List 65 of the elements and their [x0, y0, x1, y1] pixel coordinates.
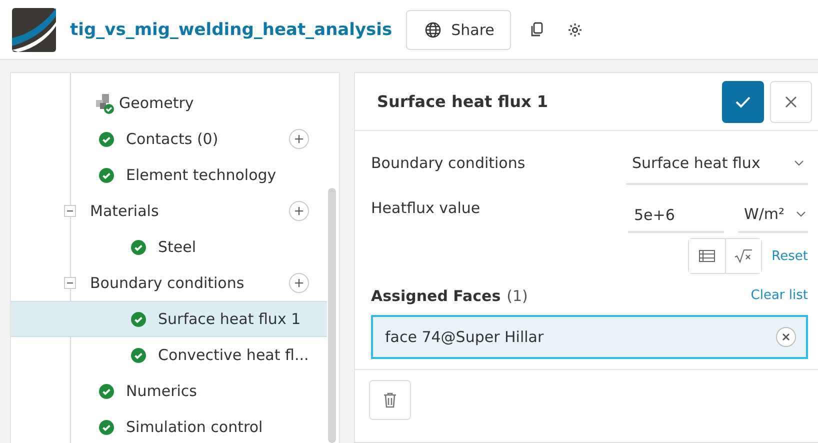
trash-icon: [383, 392, 397, 408]
close-icon: [782, 333, 790, 341]
check-circle-icon: [131, 240, 146, 254]
check-circle-icon: [99, 168, 114, 182]
tree-item-label: Element technology: [126, 166, 276, 184]
delete-button[interactable]: [369, 380, 411, 420]
heatflux-input[interactable]: 5e+6: [628, 191, 724, 233]
check-circle-icon: [99, 384, 114, 398]
collapse-icon[interactable]: [64, 205, 76, 217]
tree-item-label: Convective heat fl...: [158, 346, 309, 364]
logo: [12, 8, 56, 52]
panel-title: Surface heat flux 1: [377, 92, 549, 111]
plus-icon: [295, 207, 303, 215]
tree-item[interactable]: Contacts (0): [11, 121, 327, 157]
copy-icon: [529, 22, 546, 38]
formula-button[interactable]: [724, 239, 761, 273]
field-label: Heatflux value: [371, 198, 482, 217]
confirm-button[interactable]: [722, 80, 764, 122]
add-button[interactable]: [289, 201, 309, 221]
plus-icon: [295, 279, 303, 287]
check-circle-icon: [131, 312, 146, 326]
table-icon: [698, 250, 715, 262]
tree-item-label: Surface heat flux 1: [158, 310, 301, 328]
field-label: Boundary conditions: [371, 153, 526, 172]
assigned-face-item[interactable]: face 74@Super Hillar: [371, 315, 808, 359]
square-root-icon: [734, 249, 752, 263]
chevron-down-icon: [794, 160, 804, 166]
remove-button[interactable]: [776, 327, 796, 347]
tree-item-label: Geometry: [119, 94, 194, 112]
tree-item[interactable]: Numerics: [11, 373, 327, 409]
check-circle-icon: [99, 420, 114, 434]
reset-link[interactable]: Reset: [772, 248, 808, 264]
share-button[interactable]: Share: [406, 10, 512, 50]
tree-item-label: Materials: [90, 202, 159, 220]
tree-item[interactable]: Element technology: [11, 157, 327, 193]
tree-item-label: Boundary conditions: [90, 274, 244, 292]
add-button[interactable]: [289, 129, 309, 149]
close-icon: [785, 96, 797, 108]
tree-item[interactable]: Boundary conditions: [11, 265, 327, 301]
globe-icon: [425, 22, 442, 38]
add-button[interactable]: [289, 273, 309, 293]
tree-item[interactable]: Surface heat flux 1: [11, 301, 327, 337]
checkmark-icon: [735, 96, 751, 108]
tree-item[interactable]: Convective heat fl...: [11, 337, 327, 373]
boundary-conditions-select[interactable]: Surface heat flux: [626, 143, 808, 185]
tree-item[interactable]: Steel: [11, 229, 327, 265]
tree-item-label: Contacts (0): [126, 130, 218, 148]
tree-item-label: Numerics: [126, 382, 197, 400]
cubes-icon: [93, 92, 115, 114]
check-circle-icon: [131, 348, 146, 362]
collapse-icon[interactable]: [64, 277, 76, 289]
clear-list-link[interactable]: Clear list: [750, 288, 808, 303]
chevron-down-icon: [796, 211, 806, 217]
tree-item[interactable]: Simulation control: [11, 409, 327, 443]
tree-item-label: Steel: [158, 238, 196, 256]
unit-select[interactable]: W/m²: [738, 191, 808, 233]
plus-icon: [295, 135, 303, 143]
tree-item[interactable]: Materials: [11, 193, 327, 229]
section-label: Assigned Faces: [371, 287, 501, 305]
settings-icon: [567, 22, 584, 38]
project-title: tig_vs_mig_welding_heat_analysis: [70, 20, 392, 40]
tree-item[interactable]: Geometry: [11, 85, 327, 121]
tree-item-label: Simulation control: [126, 418, 263, 436]
face-count: (1): [506, 287, 528, 305]
check-circle-icon: [99, 132, 114, 146]
